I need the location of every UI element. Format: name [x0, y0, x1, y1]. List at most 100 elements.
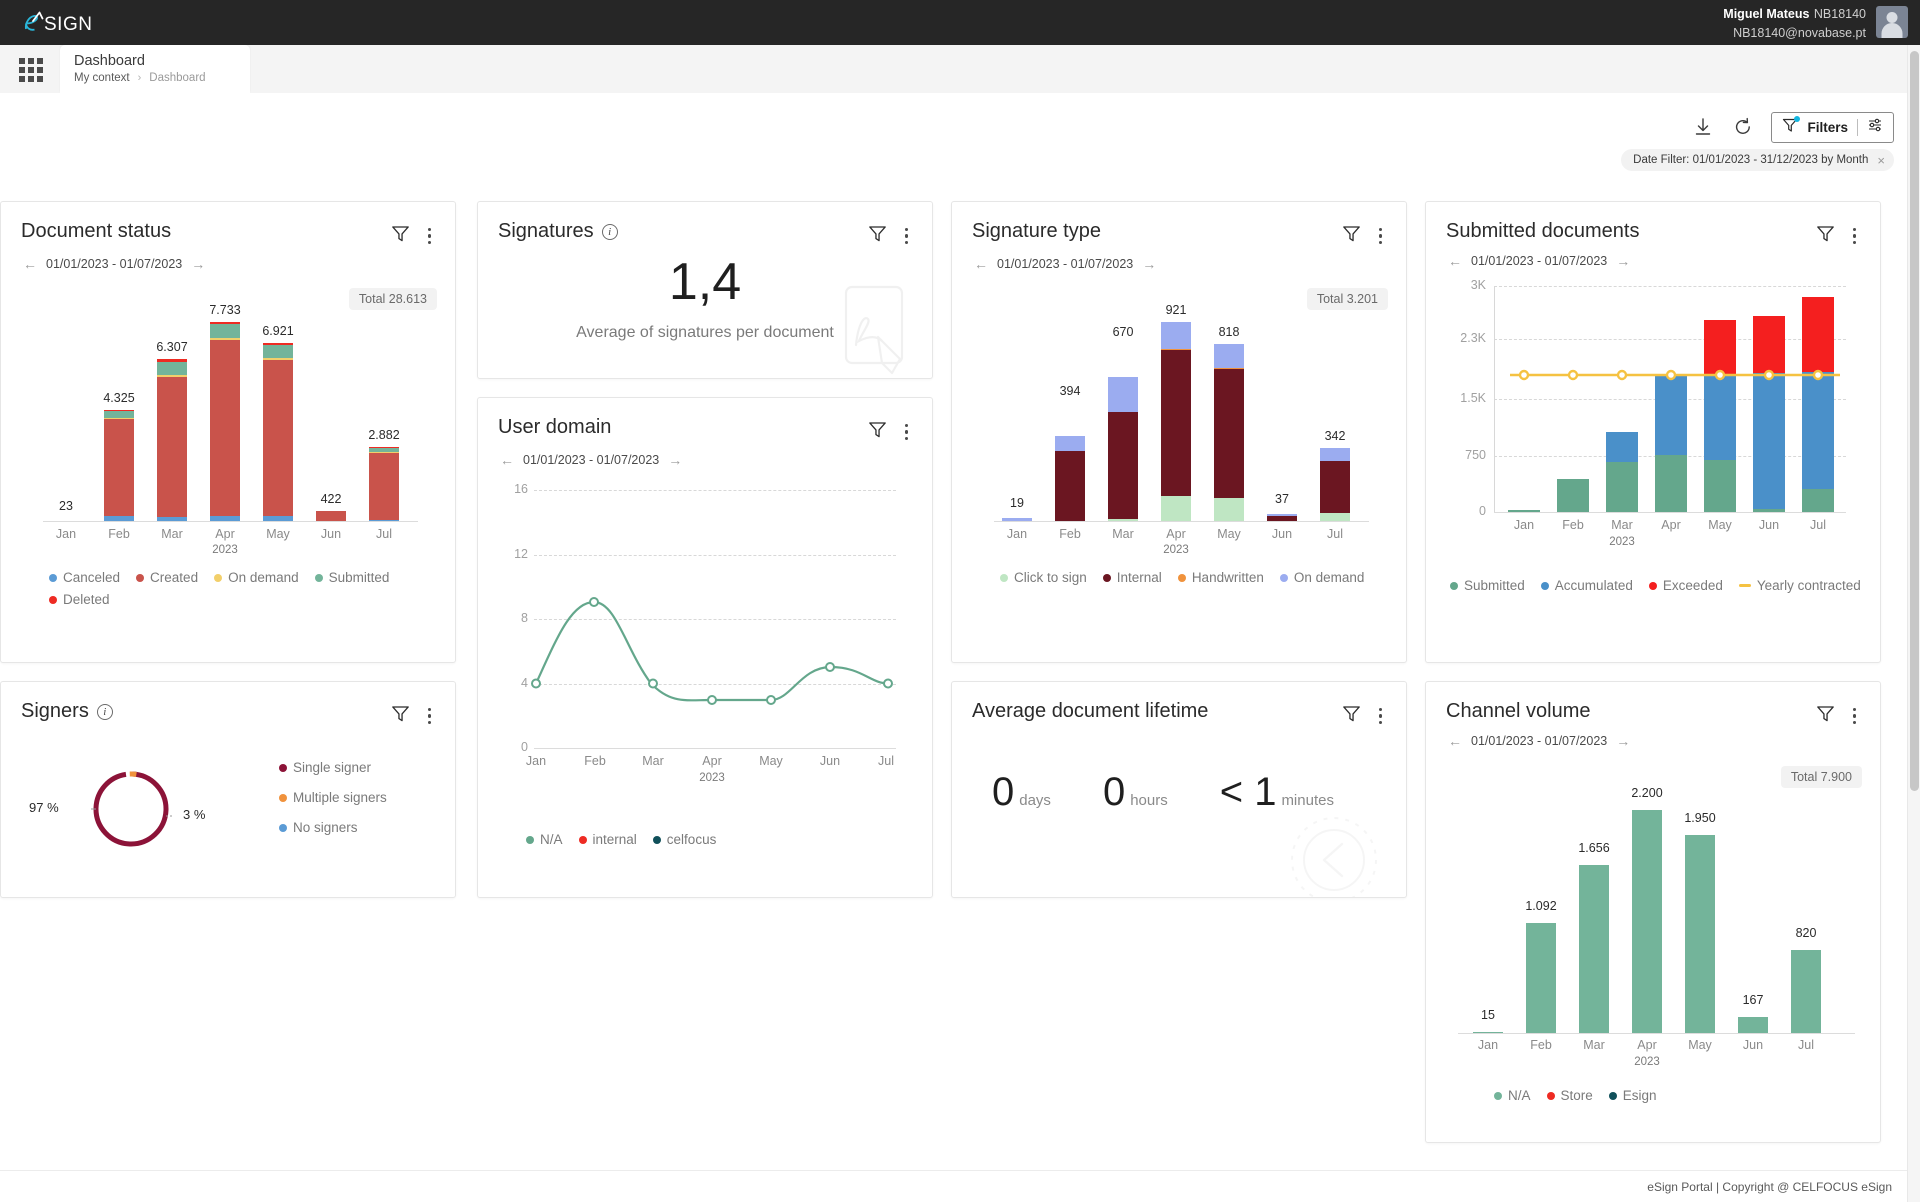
filter-funnel-icon[interactable]	[391, 704, 410, 728]
next-period-icon[interactable]: →	[191, 256, 205, 272]
close-icon[interactable]: ×	[1877, 154, 1885, 167]
next-period-icon[interactable]: →	[668, 452, 682, 468]
download-icon[interactable]	[1683, 111, 1723, 143]
bar-stack[interactable]	[104, 410, 134, 522]
bar-stack[interactable]	[157, 359, 187, 522]
legend-item[interactable]: Handwritten	[1177, 570, 1264, 585]
prev-period-icon[interactable]: ←	[1448, 253, 1462, 269]
card-title-text: Signers	[21, 700, 89, 722]
next-period-icon[interactable]: →	[1616, 253, 1630, 269]
filter-funnel-icon[interactable]	[1342, 704, 1361, 728]
sliders-icon[interactable]	[1867, 117, 1883, 138]
legend-label: Submitted	[328, 570, 390, 585]
legend-item[interactable]: Deleted	[49, 592, 110, 607]
breadcrumb-root[interactable]: My context	[74, 72, 130, 84]
x-tick: Jun	[1758, 518, 1780, 532]
prev-period-icon[interactable]: ←	[500, 452, 514, 468]
legend-label: Exceeded	[1662, 578, 1723, 593]
legend-item[interactable]: celfocus	[652, 832, 716, 847]
legend-item[interactable]: No signers	[279, 820, 387, 835]
tab-bar: Dashboard My context › Dashboard	[0, 45, 1920, 93]
legend-item[interactable]: On demand	[1279, 570, 1364, 585]
x-tick: May	[1688, 1038, 1712, 1052]
card-menu-icon[interactable]	[1849, 226, 1861, 247]
user-block[interactable]: Miguel Mateus NB18140 NB18140@novabase.p…	[1723, 4, 1908, 41]
filter-funnel-icon[interactable]	[391, 224, 410, 248]
info-icon[interactable]: i	[601, 223, 618, 240]
lifetime-minutes-unit: minutes	[1281, 792, 1334, 809]
legend-label: Internal	[1116, 570, 1162, 585]
filters-button[interactable]: Filters	[1771, 111, 1894, 143]
bar-value-label: 422	[320, 492, 342, 506]
bar-stack[interactable]	[1579, 865, 1609, 1034]
legend-item[interactable]: Yearly contracted	[1738, 578, 1861, 593]
bar-stack[interactable]	[1738, 1017, 1768, 1034]
next-period-icon[interactable]: →	[1616, 733, 1630, 749]
legend-item[interactable]: internal	[578, 832, 637, 847]
bar-value-label: 342	[1324, 429, 1346, 443]
bar-stack[interactable]	[1526, 923, 1556, 1034]
filter-funnel-icon[interactable]	[868, 224, 887, 248]
legend-label: Canceled	[63, 570, 121, 585]
date-filter-chip[interactable]: Date Filter: 01/01/2023 - 31/12/2023 by …	[1621, 149, 1894, 171]
total-badge: Total 28.613	[348, 288, 437, 310]
card-menu-icon[interactable]	[424, 226, 436, 247]
card-menu-icon[interactable]	[424, 706, 436, 727]
legend-item[interactable]: N/A	[1494, 1088, 1531, 1103]
filter-funnel-icon[interactable]	[868, 420, 887, 444]
legend-item[interactable]: Esign	[1608, 1088, 1657, 1103]
bar-stack[interactable]	[1161, 322, 1191, 522]
legend-label: No signers	[293, 820, 358, 835]
tab-dashboard[interactable]: Dashboard My context › Dashboard	[60, 45, 250, 93]
legend-item[interactable]: Multiple signers	[279, 790, 387, 805]
x-tick: Jan	[55, 527, 77, 541]
legend-item[interactable]: Submitted	[314, 570, 390, 585]
legend-item[interactable]: Internal	[1102, 570, 1162, 585]
legend-item[interactable]: On demand	[214, 570, 299, 585]
legend-item[interactable]: Accumulated	[1540, 578, 1633, 593]
card-menu-icon[interactable]	[901, 422, 913, 443]
y-tick: 16	[514, 482, 528, 496]
card-menu-icon[interactable]	[901, 226, 913, 247]
donut-signers[interactable]	[61, 754, 201, 869]
avatar[interactable]	[1876, 6, 1908, 39]
legend-item[interactable]: Created	[136, 570, 198, 585]
card-menu-icon[interactable]	[1375, 706, 1387, 727]
legend-label: Submitted	[1464, 578, 1525, 593]
bar-stack[interactable]	[1055, 436, 1085, 522]
filter-funnel-icon[interactable]	[1816, 704, 1835, 728]
esign-logo[interactable]: SIGN	[22, 10, 108, 36]
prev-period-icon[interactable]: ←	[23, 256, 37, 272]
filter-funnel-icon[interactable]	[1342, 224, 1361, 248]
next-period-icon[interactable]: →	[1142, 256, 1156, 272]
bar-stack[interactable]	[1791, 950, 1821, 1034]
legend-item[interactable]: Single signer	[279, 760, 387, 775]
legend-item[interactable]: Submitted	[1450, 578, 1525, 593]
bar-stack[interactable]	[210, 322, 240, 522]
bar-value-label: 1.950	[1684, 811, 1716, 825]
page-scrollbar[interactable]	[1907, 45, 1920, 1202]
bar-stack[interactable]	[1108, 377, 1138, 522]
bar-stack[interactable]	[1632, 810, 1662, 1034]
bar-stack[interactable]	[1214, 344, 1244, 522]
app-grid-icon[interactable]	[16, 55, 46, 85]
refresh-icon[interactable]	[1723, 111, 1763, 143]
filter-funnel-icon[interactable]	[1816, 224, 1835, 248]
prev-period-icon[interactable]: ←	[974, 256, 988, 272]
legend-item[interactable]: Exceeded	[1648, 578, 1723, 593]
legend-item[interactable]: Canceled	[49, 570, 120, 585]
bar-stack[interactable]	[1685, 835, 1715, 1034]
scrollbar-thumb[interactable]	[1910, 51, 1919, 791]
legend-item[interactable]: N/A	[526, 832, 563, 847]
prev-period-icon[interactable]: ←	[1448, 733, 1462, 749]
legend-item[interactable]: Click to sign	[1000, 570, 1087, 585]
card-menu-icon[interactable]	[1375, 226, 1387, 247]
bar-stack[interactable]	[263, 343, 293, 522]
legend-item[interactable]: Store	[1546, 1088, 1593, 1103]
info-icon[interactable]: i	[96, 703, 113, 720]
x-tick: Apr	[1637, 1038, 1657, 1052]
bar-stack[interactable]	[369, 447, 399, 522]
card-menu-icon[interactable]	[1849, 706, 1861, 727]
bar-value-label: 7.733	[209, 303, 241, 317]
bar-stack[interactable]	[1320, 448, 1350, 522]
